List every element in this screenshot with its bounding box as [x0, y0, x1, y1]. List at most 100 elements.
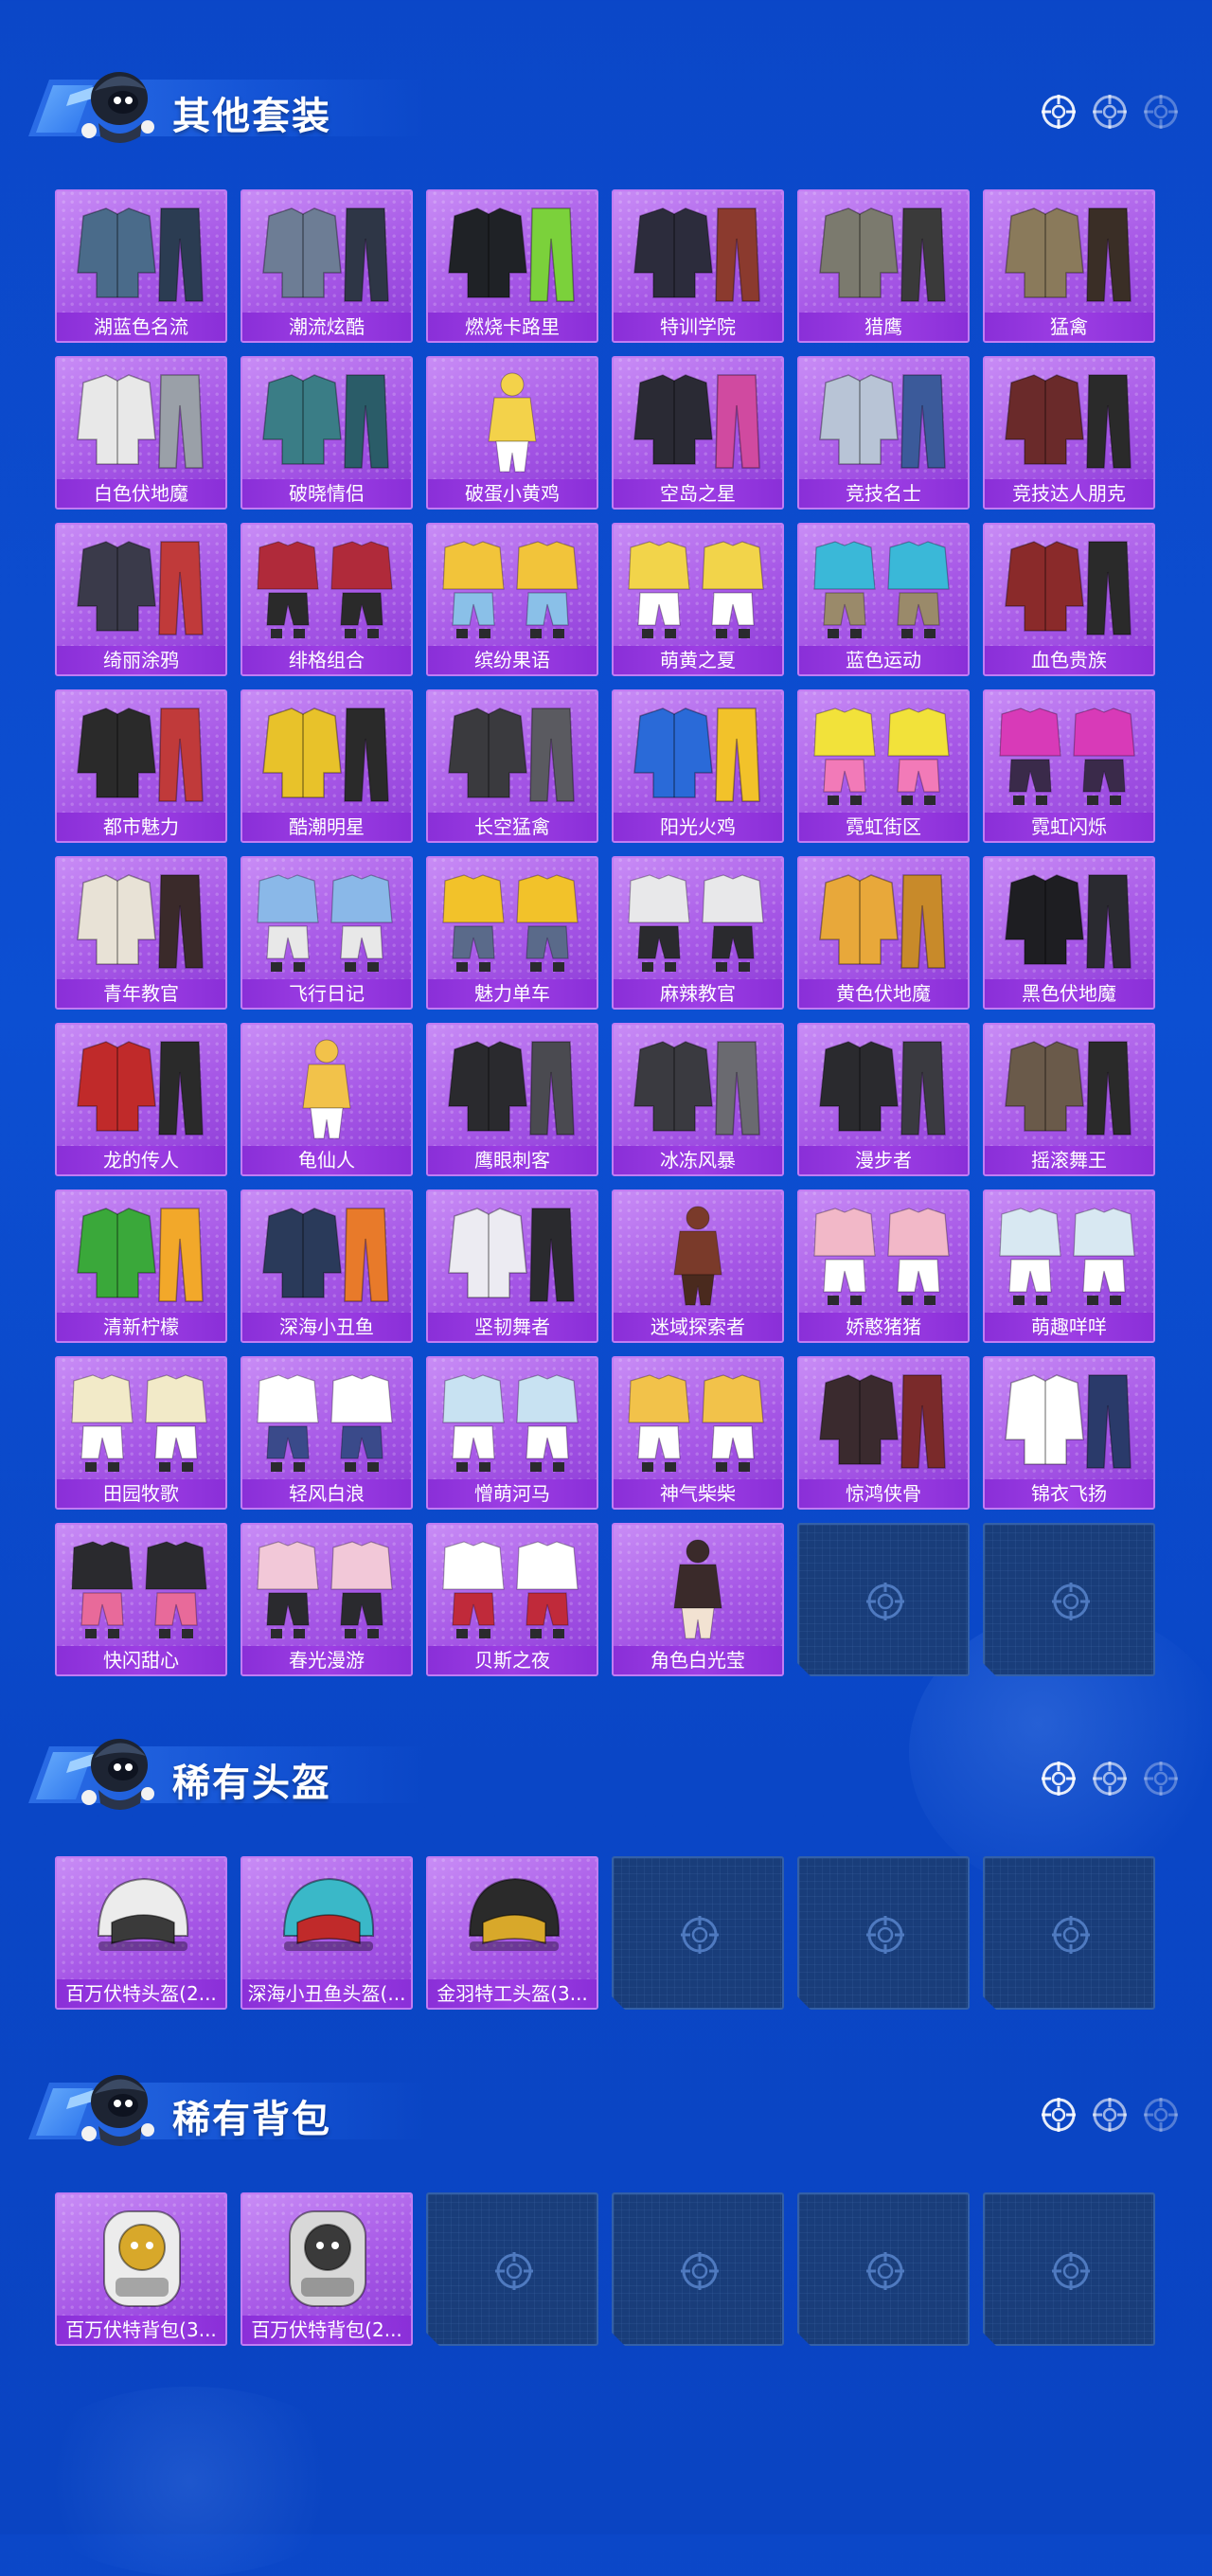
item-name: 锦衣飞扬	[985, 1479, 1153, 1508]
item-card[interactable]: 特训学院	[612, 189, 784, 343]
item-image	[813, 541, 950, 638]
item-card[interactable]: 龙的传人	[55, 1023, 227, 1176]
item-image	[633, 207, 760, 302]
item-image	[468, 1877, 561, 1951]
item-card[interactable]: 飞行日记	[241, 856, 413, 1010]
item-card[interactable]: 黄色伏地魔	[797, 856, 970, 1010]
item-name: 龙的传人	[57, 1146, 225, 1174]
item-image	[442, 874, 579, 972]
item-image	[262, 374, 389, 469]
item-card[interactable]: 血色贵族	[983, 523, 1155, 676]
item-card[interactable]: 都市魅力	[55, 689, 227, 843]
item-card[interactable]: 破蛋小黄鸡	[426, 356, 598, 510]
item-card[interactable]: 憎萌河马	[426, 1356, 598, 1510]
item-name: 田园牧歌	[57, 1479, 225, 1508]
item-card[interactable]: 萌趣咩咩	[983, 1190, 1155, 1343]
item-card[interactable]: 黑色伏地魔	[983, 856, 1155, 1010]
item-card[interactable]: 白色伏地魔	[55, 356, 227, 510]
item-card[interactable]: 深海小丑鱼头盔(...	[241, 1856, 413, 2010]
item-name: 魅力单车	[428, 979, 597, 1008]
item-name: 特训学院	[614, 313, 782, 341]
item-card[interactable]: 阳光火鸡	[612, 689, 784, 843]
item-image	[77, 707, 204, 802]
item-card[interactable]: 酷潮明星	[241, 689, 413, 843]
item-card[interactable]: 百万伏特头盔(2...	[55, 1856, 227, 2010]
item-name: 漫步者	[799, 1146, 968, 1174]
item-card[interactable]: 麻辣教官	[612, 856, 784, 1010]
item-name: 黑色伏地魔	[985, 979, 1153, 1008]
item-name: 绮丽涂鸦	[57, 646, 225, 674]
item-card[interactable]: 神气柴柴	[612, 1356, 784, 1510]
item-card[interactable]: 破晓情侣	[241, 356, 413, 510]
item-name: 惊鸿侠骨	[799, 1479, 968, 1508]
item-card[interactable]: 田园牧歌	[55, 1356, 227, 1510]
item-card[interactable]: 冰冻风暴	[612, 1023, 784, 1176]
item-card[interactable]: 龟仙人	[241, 1023, 413, 1176]
item-image	[262, 207, 389, 302]
item-card[interactable]: 摇滚舞王	[983, 1023, 1155, 1176]
mascot-helmet-soldier-icon	[66, 1739, 154, 1810]
item-image	[1005, 1041, 1132, 1136]
reticle-icon	[1093, 2098, 1127, 2132]
item-card[interactable]: 燃烧卡路里	[426, 189, 598, 343]
item-card[interactable]: 湖蓝色名流	[55, 189, 227, 343]
item-card[interactable]: 金羽特工头盔(3...	[426, 1856, 598, 2010]
item-card[interactable]: 蓝色运动	[797, 523, 970, 676]
item-card[interactable]: 锦衣飞扬	[983, 1356, 1155, 1510]
item-image	[819, 874, 946, 969]
item-card[interactable]: 竞技名士	[797, 356, 970, 510]
item-card[interactable]: 萌黄之夏	[612, 523, 784, 676]
item-card[interactable]: 空岛之星	[612, 356, 784, 510]
item-card[interactable]: 角色白光莹	[612, 1523, 784, 1676]
item-image	[77, 207, 204, 302]
item-card[interactable]: 百万伏特背包(3...	[55, 2192, 227, 2346]
section-header: 稀有背包	[28, 2060, 1203, 2155]
empty-slot	[797, 1523, 970, 1676]
reticle-icon	[1144, 2098, 1178, 2132]
item-name: 百万伏特头盔(2...	[57, 1979, 225, 2008]
item-image	[673, 1539, 722, 1639]
item-card[interactable]: 漫步者	[797, 1023, 970, 1176]
item-image	[77, 1208, 204, 1302]
item-card[interactable]: 绮丽涂鸦	[55, 523, 227, 676]
item-card[interactable]: 长空猛禽	[426, 689, 598, 843]
item-card[interactable]: 坚韧舞者	[426, 1190, 598, 1343]
item-card[interactable]: 猛禽	[983, 189, 1155, 343]
item-name: 酷潮明星	[242, 813, 411, 841]
item-card[interactable]: 缤纷果语	[426, 523, 598, 676]
item-card[interactable]: 娇憨猪猪	[797, 1190, 970, 1343]
item-name: 百万伏特背包(3...	[57, 2316, 225, 2344]
item-card[interactable]: 百万伏特背包(2...	[241, 2192, 413, 2346]
item-image	[633, 707, 760, 802]
reticle-indicators	[1040, 93, 1180, 131]
item-card[interactable]: 鹰眼刺客	[426, 1023, 598, 1176]
item-card[interactable]: 潮流炫酷	[241, 189, 413, 343]
item-image	[633, 1041, 760, 1136]
item-card[interactable]: 春光漫游	[241, 1523, 413, 1676]
item-image	[71, 1374, 207, 1472]
item-card[interactable]: 清新柠檬	[55, 1190, 227, 1343]
item-name: 白色伏地魔	[57, 479, 225, 508]
crosshair-icon	[864, 1914, 906, 1956]
item-image	[257, 1374, 393, 1472]
item-card[interactable]: 猎鹰	[797, 189, 970, 343]
item-card[interactable]: 霓虹闪烁	[983, 689, 1155, 843]
item-card[interactable]: 惊鸿侠骨	[797, 1356, 970, 1510]
item-card[interactable]: 魅力单车	[426, 856, 598, 1010]
item-name: 鹰眼刺客	[428, 1146, 597, 1174]
item-image	[1005, 874, 1132, 969]
item-card[interactable]: 竞技达人朋克	[983, 356, 1155, 510]
section-title: 稀有背包	[172, 2098, 331, 2141]
item-image	[262, 707, 389, 802]
item-card[interactable]: 霓虹街区	[797, 689, 970, 843]
item-card[interactable]: 迷域探索者	[612, 1190, 784, 1343]
item-card[interactable]: 绯格组合	[241, 523, 413, 676]
item-image	[289, 2210, 366, 2307]
item-card[interactable]: 深海小丑鱼	[241, 1190, 413, 1343]
item-name: 黄色伏地魔	[799, 979, 968, 1008]
item-card[interactable]: 青年教官	[55, 856, 227, 1010]
item-card[interactable]: 轻风白浪	[241, 1356, 413, 1510]
item-card[interactable]: 快闪甜心	[55, 1523, 227, 1676]
item-name: 破晓情侣	[242, 479, 411, 508]
item-card[interactable]: 贝斯之夜	[426, 1523, 598, 1676]
